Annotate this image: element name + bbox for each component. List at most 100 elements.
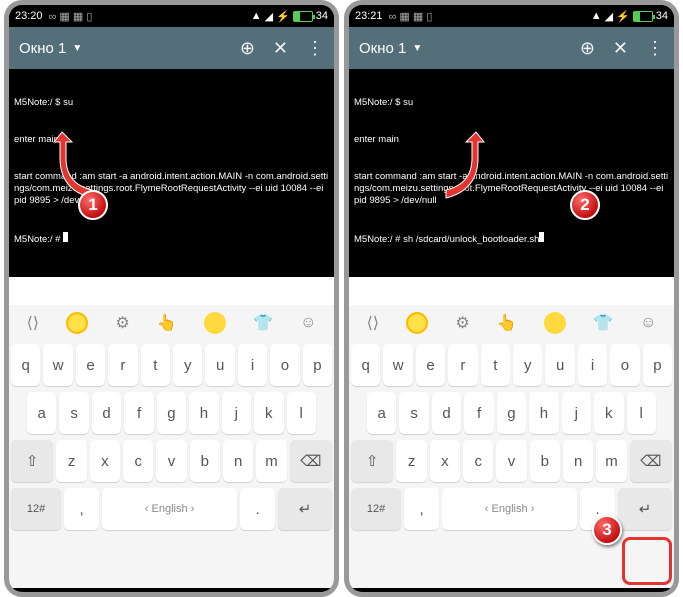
key-u[interactable]: u [545,344,574,386]
key-row-4: 12# , ‹ English › . ↵ [9,485,334,533]
add-tab-button[interactable]: ⊕ [580,38,595,59]
key-e[interactable]: e [416,344,445,386]
status-bar: 23:20 ∞ ▦ ▦ ▯ ▲ ◢ ⚡ 34 [9,5,334,27]
battery-icon [633,11,653,22]
kb-settings-icon[interactable]: ⚙ [455,313,469,333]
key-y[interactable]: y [173,344,202,386]
key-m[interactable]: m [256,440,286,482]
key-b[interactable]: b [530,440,560,482]
key-t[interactable]: t [141,344,170,386]
menu-button[interactable]: ⋮ [646,38,664,59]
key-d[interactable]: d [92,392,121,434]
key-i[interactable]: i [578,344,607,386]
backspace-key[interactable]: ⌫ [290,440,332,482]
key-x[interactable]: x [430,440,460,482]
kb-settings-icon[interactable]: ⚙ [115,313,129,333]
comma-key[interactable]: , [64,488,99,530]
key-w[interactable]: w [43,344,72,386]
key-f[interactable]: f [124,392,153,434]
touchpal-icon[interactable]: 👆 [157,313,177,333]
key-x[interactable]: x [90,440,120,482]
key-n[interactable]: n [563,440,593,482]
key-l[interactable]: l [627,392,656,434]
key-p[interactable]: p [643,344,672,386]
symbols-key[interactable]: 12# [351,488,401,530]
key-w[interactable]: w [383,344,412,386]
shift-key[interactable]: ⇧ [351,440,393,482]
key-s[interactable]: s [399,392,428,434]
touchpal-icon[interactable]: 👆 [497,313,517,333]
key-k[interactable]: k [594,392,623,434]
key-n[interactable]: n [223,440,253,482]
emoji-icon[interactable]: ☺ [640,314,656,332]
comma-key[interactable]: , [404,488,439,530]
key-b[interactable]: b [190,440,220,482]
theme-icon[interactable] [66,312,88,334]
term-prompt: M5Note:/ # [14,232,329,246]
close-tab-button[interactable]: ✕ [273,38,288,59]
terminal-output[interactable]: M5Note:/ $ su enter main start command :… [349,69,674,277]
key-i[interactable]: i [238,344,267,386]
key-e[interactable]: e [76,344,105,386]
space-key[interactable]: ‹ English › [442,488,577,530]
key-f[interactable]: f [464,392,493,434]
key-j[interactable]: j [562,392,591,434]
key-q[interactable]: q [351,344,380,386]
key-h[interactable]: h [189,392,218,434]
add-tab-button[interactable]: ⊕ [240,38,255,59]
window-title[interactable]: Окно 1 [359,40,406,57]
emoji-face-icon[interactable] [204,312,226,334]
key-t[interactable]: t [481,344,510,386]
term-line: start command :am start -a android.inten… [354,171,669,208]
key-v[interactable]: v [156,440,186,482]
key-g[interactable]: g [497,392,526,434]
key-r[interactable]: r [448,344,477,386]
annotation-badge-1: 1 [78,190,108,220]
key-a[interactable]: a [27,392,56,434]
menu-button[interactable]: ⋮ [306,38,324,59]
key-q[interactable]: q [11,344,40,386]
key-z[interactable]: z [56,440,86,482]
key-c[interactable]: c [463,440,493,482]
period-key[interactable]: . [240,488,275,530]
enter-key[interactable]: ↵ [278,488,332,530]
terminal-output[interactable]: M5Note:/ $ su enter main start command :… [9,69,334,277]
key-k[interactable]: k [254,392,283,434]
key-m[interactable]: m [596,440,626,482]
symbols-key[interactable]: 12# [11,488,61,530]
key-s[interactable]: s [59,392,88,434]
status-bar: 23:21 ∞ ▦ ▦ ▯ ▲ ◢ ⚡ 34 [349,5,674,27]
key-u[interactable]: u [205,344,234,386]
key-h[interactable]: h [529,392,558,434]
theme-icon[interactable] [406,312,428,334]
key-p[interactable]: p [303,344,332,386]
kb-collapse-icon[interactable]: ⟨⟩ [367,313,379,333]
emoji-face-icon[interactable] [544,312,566,334]
dropdown-icon[interactable]: ▼ [72,43,82,54]
key-l[interactable]: l [287,392,316,434]
backspace-key[interactable]: ⌫ [630,440,672,482]
key-o[interactable]: o [610,344,639,386]
tshirt-icon[interactable]: 👕 [253,313,273,333]
term-line: M5Note:/ $ su [354,97,669,109]
space-key[interactable]: ‹ English › [102,488,237,530]
key-y[interactable]: y [513,344,542,386]
dropdown-icon[interactable]: ▼ [412,43,422,54]
key-c[interactable]: c [123,440,153,482]
key-d[interactable]: d [432,392,461,434]
window-title[interactable]: Окно 1 [19,40,66,57]
key-z[interactable]: z [396,440,426,482]
shift-key[interactable]: ⇧ [11,440,53,482]
key-row-2: a s d f g h j k l [349,389,674,437]
key-a[interactable]: a [367,392,396,434]
key-j[interactable]: j [222,392,251,434]
key-o[interactable]: o [270,344,299,386]
key-r[interactable]: r [108,344,137,386]
kb-collapse-icon[interactable]: ⟨⟩ [27,313,39,333]
enter-key[interactable]: ↵ [618,488,672,530]
emoji-icon[interactable]: ☺ [300,314,316,332]
close-tab-button[interactable]: ✕ [613,38,628,59]
key-g[interactable]: g [157,392,186,434]
tshirt-icon[interactable]: 👕 [593,313,613,333]
key-v[interactable]: v [496,440,526,482]
